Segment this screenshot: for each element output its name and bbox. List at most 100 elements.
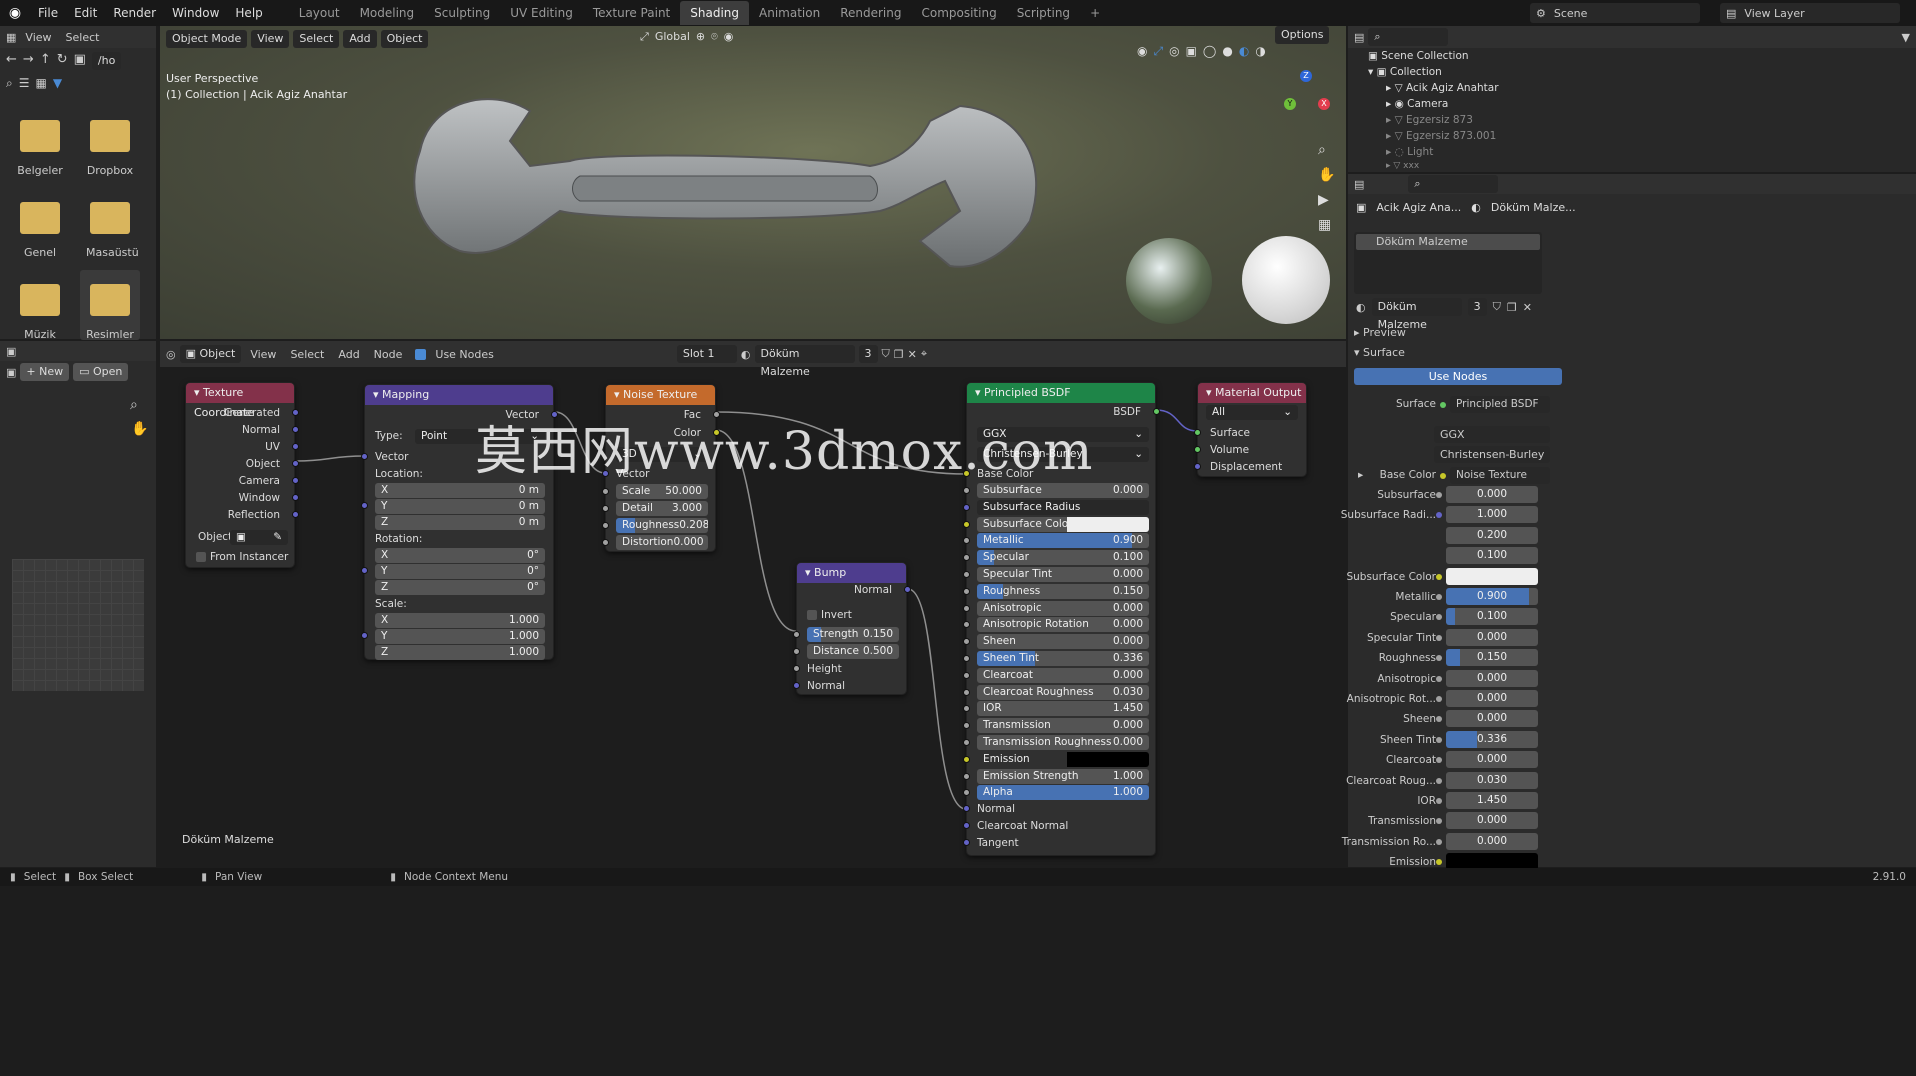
viewport-select-menu[interactable]: Select [293,30,340,48]
visibility-icon[interactable]: ◉ [1137,44,1147,59]
socket-output[interactable] [292,477,299,484]
parent-icon[interactable]: ↑ [40,52,51,70]
outliner-item[interactable]: ▸ ▽ Egzersiz 873.001 [1386,128,1496,144]
bump-distance-field[interactable]: Distance 0.500 [807,644,899,659]
material-browse-icon[interactable]: ◐ [1356,301,1366,314]
folder-item[interactable]: Dropbox [86,112,134,177]
orientation-dropdown[interactable]: Global [655,30,690,44]
tab-shading[interactable]: Shading [680,1,749,25]
socket-input[interactable] [963,722,970,730]
image-canvas[interactable] [12,559,144,691]
socket-input[interactable] [963,688,970,696]
proportional-icon[interactable]: ◉ [724,30,734,44]
tab-texture-paint[interactable]: Texture Paint [583,1,680,25]
bsdf-field[interactable]: Anisotropic 0.000 [977,600,1149,616]
property-value[interactable]: 0.030 [1446,771,1538,789]
editor-type-icon[interactable]: ▣ [6,345,16,358]
socket-output[interactable] [1153,408,1160,415]
scale-z-field[interactable]: Z 1.000 [375,645,545,660]
gizmo-y-axis[interactable]: Y [1284,98,1296,110]
bsdf-field[interactable]: Emission Strength 1.000 [977,768,1149,784]
tab-rendering[interactable]: Rendering [830,1,911,25]
socket-input[interactable] [793,648,800,655]
material-shading-icon[interactable]: ◐ [1239,44,1249,59]
new-folder-icon[interactable]: ▣ [74,52,86,70]
tab-sculpting[interactable]: Sculpting [424,1,500,25]
noise-roughness-field[interactable]: Roughness 0.208 [616,518,708,533]
image-mode-icon[interactable]: ▣ [6,366,16,379]
grid-icon[interactable]: ▦ [1318,217,1335,233]
property-value[interactable]: 0.100 [1446,608,1538,626]
location-y-field[interactable]: Y0 m [375,499,545,514]
bsdf-field[interactable]: Emission [977,751,1149,767]
hand-icon[interactable]: ✋ [1318,167,1335,183]
socket-input[interactable] [793,682,800,689]
property-value[interactable]: 0.200 [1446,526,1538,544]
socket-input[interactable] [963,739,970,746]
material-slot-list[interactable]: Döküm Malzeme [1354,232,1542,294]
surface-panel-header[interactable]: ▾ Surface [1354,346,1405,359]
property-value[interactable]: 0.000 [1446,751,1538,769]
zoom-icon[interactable]: ⌕ [1318,142,1335,158]
folder-item[interactable]: Masaüstü [86,194,139,259]
socket-input[interactable] [1194,446,1201,453]
list-view-icon[interactable]: ☰ [19,76,30,91]
filter-icon[interactable]: ▼ [1902,31,1910,44]
location-z-field[interactable]: Z0 m [375,515,545,530]
hand-icon[interactable]: ✋ [131,421,148,437]
socket-input[interactable] [963,503,970,511]
object-picker-field[interactable]: ▣ ✎ [230,530,288,545]
socket-output[interactable] [292,494,299,501]
outliner-item[interactable]: ▸ ▽ Acik Agiz Anahtar [1386,80,1499,96]
color-swatch[interactable] [1067,751,1149,767]
refresh-icon[interactable]: ↻ [57,52,68,70]
new-image-button[interactable]: + New [20,363,70,381]
socket-output[interactable] [904,586,911,593]
menu-help[interactable]: Help [227,0,270,26]
property-value[interactable]: 0.336 [1446,730,1538,748]
editor-type-icon[interactable]: ▦ [6,31,16,44]
rotation-y-field[interactable]: Y 0° [375,564,545,579]
rotation-z-field[interactable]: Z 0° [375,580,545,595]
socket-input[interactable] [963,537,970,545]
viewport-add-menu[interactable]: Add [343,30,377,48]
thumbnail-view-icon[interactable]: ▦ [36,76,47,91]
folder-item[interactable]: Belgeler [16,112,64,177]
bsdf-field[interactable]: Clearcoat 0.000 [977,667,1149,683]
bsdf-field[interactable]: Metallic 0.900 [977,533,1149,549]
socket-input[interactable] [793,665,800,672]
properties-search[interactable]: ⌕ [1408,175,1499,193]
socket-input[interactable] [963,487,970,494]
node-header[interactable]: ▾ Principled BSDF [967,383,1155,403]
node-header[interactable]: ▾ Mapping [365,385,553,405]
property-value[interactable]: 0.100 [1446,547,1538,565]
tab-modeling[interactable]: Modeling [350,1,425,25]
property-value[interactable]: 0.000 [1446,832,1538,850]
overlay-icon[interactable]: ◎ [1169,44,1179,59]
add-workspace-icon[interactable]: + [1080,1,1110,25]
socket-input[interactable] [963,520,970,528]
socket-input[interactable] [963,805,970,812]
duplicate-material-icon[interactable]: ❐ [1507,301,1517,314]
outliner-search[interactable]: ⌕ [1368,28,1449,46]
fb-select-menu[interactable]: Select [61,31,105,44]
node-texture-coordinate[interactable]: ▾ Texture Coordinate Generated Normal UV… [185,382,299,568]
viewport-object-menu[interactable]: Object [380,30,429,48]
socket-input[interactable] [361,453,368,460]
menu-window[interactable]: Window [164,0,227,26]
socket-input[interactable] [1194,429,1201,436]
outliner-item[interactable]: ▾ ▣ Collection [1368,64,1442,80]
bsdf-field[interactable]: Sheen Tint 0.336 [977,651,1149,666]
property-value[interactable]: 1.000 [1446,506,1538,524]
socket-output[interactable] [292,511,299,518]
socket-input[interactable] [963,671,970,679]
node-editor[interactable]: ◎ ▣ Object View Select Add Node Use Node… [160,341,1346,867]
material-name-field[interactable]: Döküm Malzeme [1371,298,1462,331]
node-material-output[interactable]: ▾ Material Output All ⌄ Surface Volume Di… [1194,382,1307,477]
socket-input[interactable] [963,638,970,646]
socket-input[interactable] [361,567,368,574]
socket-input[interactable] [963,822,970,829]
fb-path[interactable]: /ho [91,52,122,70]
node-header[interactable]: ▾ Noise Texture [606,385,715,405]
socket-input[interactable] [963,755,970,763]
